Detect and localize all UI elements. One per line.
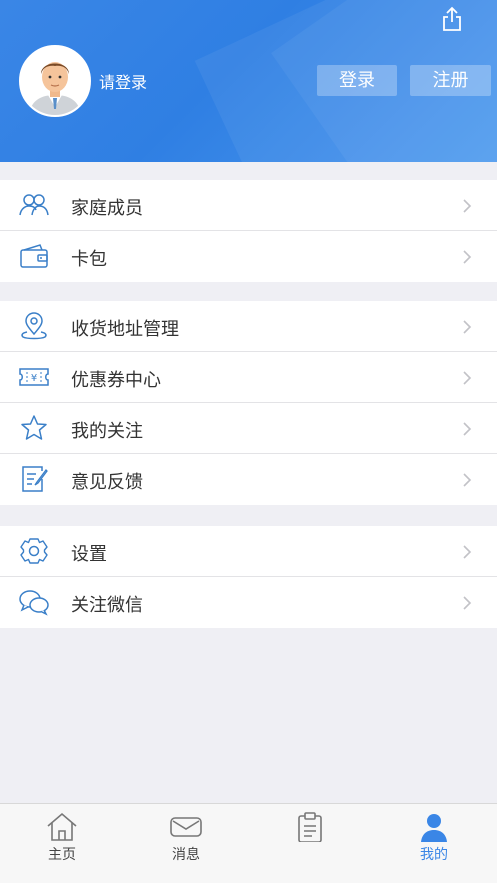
menu-group-family: 家庭成员 卡包 bbox=[0, 180, 497, 282]
feedback-icon bbox=[22, 466, 48, 492]
coupon-icon: ¥ bbox=[19, 368, 49, 386]
chevron-right-icon bbox=[463, 199, 472, 213]
menu-group-settings: 设置 关注微信 bbox=[0, 526, 497, 628]
avatar-man-icon bbox=[21, 47, 89, 115]
tab-label: 我的 bbox=[420, 847, 448, 863]
menu-item-settings[interactable]: 设置 bbox=[0, 526, 497, 577]
svg-text:¥: ¥ bbox=[31, 373, 37, 384]
menu-item-label: 收货地址管理 bbox=[71, 319, 179, 340]
menu-item-label: 卡包 bbox=[71, 249, 107, 270]
chevron-right-icon bbox=[463, 473, 472, 487]
menu-item-address-management[interactable]: 收货地址管理 bbox=[0, 301, 497, 352]
menu-item-my-favorites[interactable]: 我的关注 bbox=[0, 403, 497, 454]
person-icon bbox=[421, 814, 447, 842]
location-icon bbox=[21, 312, 47, 340]
wechat-icon bbox=[19, 590, 49, 616]
chevron-right-icon bbox=[463, 371, 472, 385]
menu-item-coupon-center[interactable]: ¥ 优惠券中心 bbox=[0, 352, 497, 403]
menu-item-label: 关注微信 bbox=[71, 595, 143, 616]
bottom-tab-bar: 主页 消息 我的 bbox=[0, 803, 497, 883]
menu-item-label: 家庭成员 bbox=[71, 198, 143, 219]
share-icon[interactable] bbox=[440, 6, 464, 32]
tab-label: 主页 bbox=[48, 847, 76, 863]
avatar[interactable] bbox=[19, 45, 91, 117]
login-hint[interactable]: 请登录 bbox=[99, 69, 147, 93]
menu-item-label: 优惠券中心 bbox=[71, 370, 161, 391]
tab-orders[interactable] bbox=[248, 804, 372, 883]
menu-item-follow-wechat[interactable]: 关注微信 bbox=[0, 577, 497, 628]
chevron-right-icon bbox=[463, 422, 472, 436]
chevron-right-icon bbox=[463, 250, 472, 264]
star-icon bbox=[21, 415, 47, 440]
register-button[interactable]: 注册 bbox=[410, 65, 491, 96]
menu-item-family-members[interactable]: 家庭成员 bbox=[0, 180, 497, 231]
menu-item-label: 意见反馈 bbox=[71, 472, 143, 493]
chevron-right-icon bbox=[463, 596, 472, 610]
clipboard-icon bbox=[298, 812, 322, 842]
family-icon bbox=[19, 194, 49, 216]
message-icon bbox=[170, 817, 202, 837]
chevron-right-icon bbox=[463, 545, 472, 559]
tab-mine[interactable]: 我的 bbox=[372, 804, 496, 883]
tab-home[interactable]: 主页 bbox=[0, 804, 124, 883]
login-button[interactable]: 登录 bbox=[317, 65, 397, 96]
settings-icon bbox=[20, 538, 48, 564]
profile-header: 请登录 登录 注册 bbox=[0, 0, 497, 162]
menu-item-label: 我的关注 bbox=[71, 421, 143, 442]
menu-item-card-wallet[interactable]: 卡包 bbox=[0, 231, 497, 282]
tab-messages[interactable]: 消息 bbox=[124, 804, 248, 883]
menu-item-feedback[interactable]: 意见反馈 bbox=[0, 454, 497, 505]
tab-label: 消息 bbox=[172, 847, 200, 863]
wallet-icon bbox=[20, 244, 48, 268]
chevron-right-icon bbox=[463, 320, 472, 334]
menu-group-shopping: 收货地址管理 ¥ 优惠券中心 我的关注 意见反馈 bbox=[0, 301, 497, 505]
home-icon bbox=[47, 812, 77, 841]
menu-item-label: 设置 bbox=[71, 544, 107, 565]
